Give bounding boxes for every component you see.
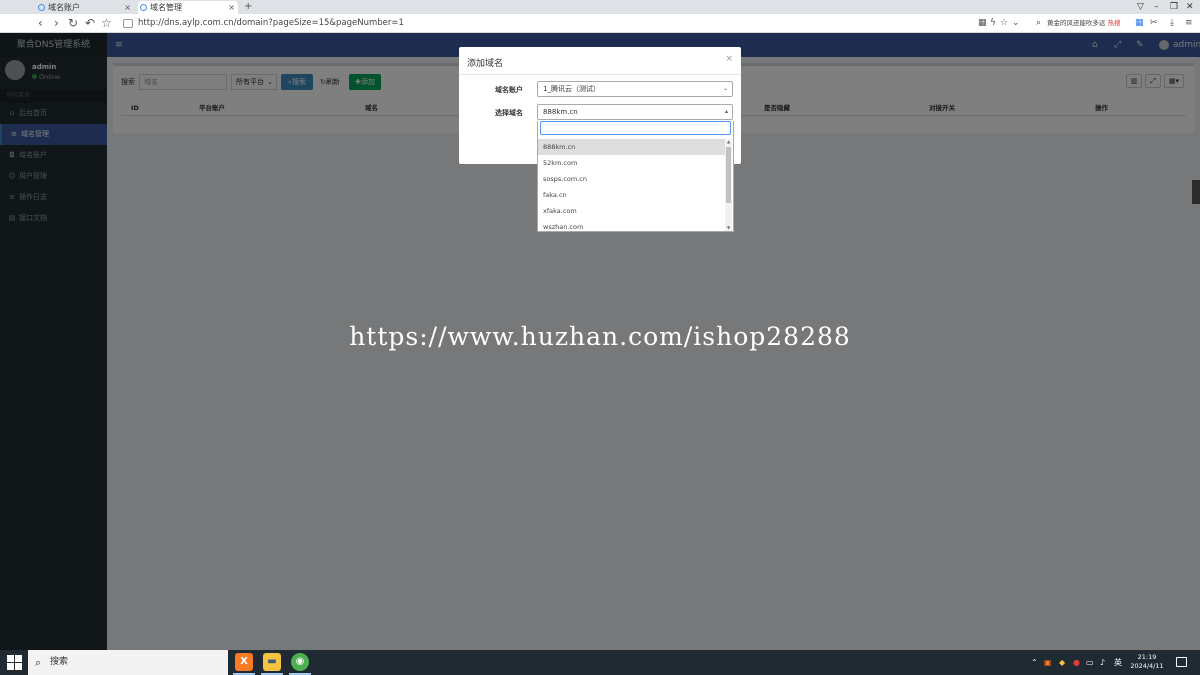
forward-icon[interactable]: › <box>54 15 59 32</box>
site-info-icon[interactable] <box>123 19 133 28</box>
tab-label: 域名账户 <box>48 3 80 12</box>
hot-badge: 热搜 <box>1107 19 1121 27</box>
domain-select[interactable]: 888km.cn ▴ <box>537 104 733 120</box>
domain-dropdown: 888km.cn 52km.com sosps.com.cn faka.cn x… <box>537 121 734 232</box>
chevron-down-icon: ⌄ <box>722 85 728 92</box>
xampp-tray-icon[interactable]: ▣ <box>1044 650 1052 675</box>
chevron-down-icon[interactable]: ⌄ <box>1012 16 1020 31</box>
dropdown-option[interactable]: sosps.com.cn <box>538 171 727 187</box>
scroll-down-icon[interactable]: ▼ <box>725 225 732 231</box>
clock[interactable]: 21:19 2024/4/11 <box>1128 653 1166 671</box>
xampp-icon[interactable]: X <box>235 653 253 671</box>
tab-label: 域名管理 <box>150 3 182 12</box>
search-icon: ⌕ <box>1036 18 1042 28</box>
modal-divider <box>459 74 741 75</box>
undo-icon[interactable]: ↶ <box>85 15 95 32</box>
minimize-button[interactable]: – <box>1154 0 1159 14</box>
reload-icon[interactable]: ↻ <box>68 15 78 32</box>
close-icon[interactable]: × <box>725 54 733 64</box>
taskbar-search[interactable]: ⌕ 搜索 <box>28 650 228 675</box>
tray-overflow-icon[interactable]: ⌃ <box>1031 650 1038 675</box>
close-icon[interactable]: × <box>228 1 235 14</box>
new-tab-button[interactable]: + <box>244 0 252 13</box>
scrollbar-thumb[interactable] <box>726 147 731 203</box>
globe-icon <box>38 4 45 11</box>
address-bar: ‹ › ↻ ↶ ☆ http://dns.aylp.com.cn/domain?… <box>0 14 1200 33</box>
account-select[interactable]: 1_腾讯云（测试） ⌄ <box>537 81 733 97</box>
modal-title: 添加域名 <box>467 59 504 69</box>
menu-icon[interactable]: ≡ <box>1185 16 1193 31</box>
dropdown-option[interactable]: 52km.com <box>538 155 727 171</box>
search-suggestion: 黄金的风还能吹多远 <box>1047 19 1106 27</box>
notification-icon[interactable] <box>1176 657 1187 667</box>
network-icon[interactable]: ▭ <box>1086 650 1094 675</box>
browser-search-box[interactable]: ⌕ 黄金的风还能吹多远 热搜 <box>1035 16 1130 31</box>
scroll-up-icon[interactable]: ▲ <box>725 139 732 145</box>
dropdown-options: 888km.cn 52km.com sosps.com.cn faka.cn x… <box>538 139 727 235</box>
app-tray-icon[interactable]: ● <box>1073 650 1080 675</box>
star-icon[interactable]: ☆ <box>101 15 112 32</box>
account-label: 域名账户 <box>495 86 523 94</box>
windows-apps-icon[interactable]: ▦ <box>1135 16 1144 31</box>
dropdown-option[interactable]: faka.cn <box>538 187 727 203</box>
file-explorer-icon[interactable]: ▬ <box>263 653 281 671</box>
dropdown-option[interactable]: xfaka.com <box>538 203 727 219</box>
windows-start-icon[interactable] <box>6 654 22 670</box>
lightning-icon[interactable]: ϟ <box>990 16 996 31</box>
shield-icon[interactable]: ▽ <box>1137 0 1144 14</box>
tools-icon[interactable]: ✂ <box>1150 16 1158 31</box>
tab-domain-accounts[interactable]: 域名账户 × <box>36 1 134 14</box>
taskbar: ⌕ 搜索 X ▬ ◉ ⌃ ▣ ◆ ● ▭ ♪ 英 21:19 2024/4/11 <box>0 650 1200 675</box>
url-text: http://dns.aylp.com.cn/domain?pageSize=1… <box>138 18 404 28</box>
dropdown-option[interactable]: wszhan.com <box>538 219 727 235</box>
domain-label: 选择域名 <box>495 109 523 117</box>
dropdown-option[interactable]: 888km.cn <box>538 139 727 155</box>
window-close-button[interactable]: ✕ <box>1186 0 1194 14</box>
dropdown-search-input[interactable] <box>540 121 731 135</box>
browser-tab-strip: 域名账户 × 域名管理 × + ▽ – ❐ ✕ <box>0 0 1200 14</box>
reader-icon[interactable]: ▦ <box>978 16 987 31</box>
bookmark-icon[interactable]: ☆ <box>1000 16 1008 31</box>
search-icon: ⌕ <box>35 656 42 669</box>
download-icon[interactable]: ⤓ <box>1170 16 1174 31</box>
watermark-text: https://www.huzhan.com/ishop28288 <box>349 322 851 351</box>
url-field[interactable]: http://dns.aylp.com.cn/domain?pageSize=1… <box>120 16 1025 31</box>
maximize-button[interactable]: ❐ <box>1170 0 1178 14</box>
tab-domain-management[interactable]: 域名管理 × <box>138 1 238 14</box>
security-tray-icon[interactable]: ◆ <box>1059 650 1065 675</box>
volume-icon[interactable]: ♪ <box>1100 650 1105 675</box>
browser-icon[interactable]: ◉ <box>291 653 309 671</box>
back-icon[interactable]: ‹ <box>38 15 43 32</box>
input-language[interactable]: 英 <box>1114 650 1122 675</box>
dropdown-scrollbar[interactable]: ▲ ▼ <box>725 139 732 231</box>
side-panel-handle[interactable] <box>1192 180 1200 204</box>
globe-icon <box>140 4 147 11</box>
close-icon[interactable]: × <box>124 1 131 14</box>
chevron-up-icon: ▴ <box>724 108 728 115</box>
